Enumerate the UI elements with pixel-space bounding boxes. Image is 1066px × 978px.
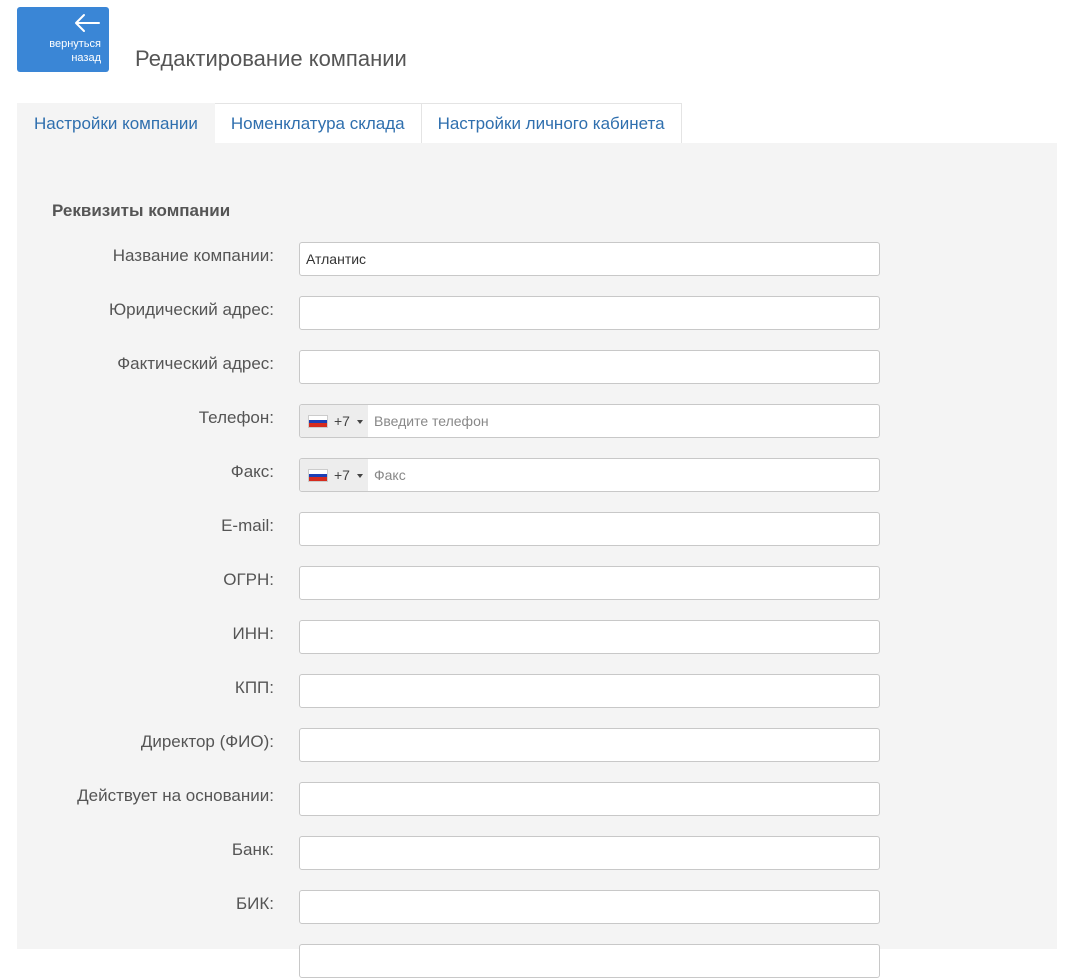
caret-down-icon: [357, 474, 363, 478]
phone-field: +7: [299, 404, 880, 438]
bank-label: Банк:: [231, 840, 274, 859]
email-input[interactable]: [299, 512, 880, 546]
fax-dial-code: +7: [334, 467, 350, 483]
tab-warehouse-nomenclature[interactable]: Номенклатура склада: [214, 103, 422, 143]
form-row-kpp: КПП:: [17, 674, 1057, 708]
inn-label: ИНН:: [232, 624, 275, 643]
bank-input[interactable]: [299, 836, 880, 870]
next-field-input[interactable]: [299, 944, 880, 978]
tab-cabinet-settings[interactable]: Настройки личного кабинета: [421, 103, 682, 143]
phone-input[interactable]: [368, 405, 878, 437]
legal-address-input[interactable]: [299, 296, 880, 330]
fax-field: +7: [299, 458, 880, 492]
form-row-director: Директор (ФИО):: [17, 728, 1057, 762]
legal-address-label: Юридический адрес:: [108, 300, 274, 319]
email-label: E-mail:: [221, 516, 274, 535]
form-row-fax: Факс: +7: [17, 458, 1057, 492]
basis-input[interactable]: [299, 782, 880, 816]
page-title: Редактирование компании: [135, 46, 407, 71]
company-name-label: Название компании:: [112, 246, 274, 265]
form-row-inn: ИНН:: [17, 620, 1057, 654]
form-row-company-name: Название компании:: [17, 242, 1057, 276]
director-input[interactable]: [299, 728, 880, 762]
director-label: Директор (ФИО):: [140, 732, 274, 751]
kpp-label: КПП:: [234, 678, 274, 697]
arrow-left-icon: [75, 14, 100, 32]
form-row-bank: Банк:: [17, 836, 1057, 870]
back-button[interactable]: вернуться назад: [17, 7, 109, 72]
caret-down-icon: [357, 420, 363, 424]
back-button-label: вернуться назад: [49, 38, 101, 64]
flag-ru-icon: [308, 469, 328, 482]
bik-label: БИК:: [235, 894, 274, 913]
ogrn-input[interactable]: [299, 566, 880, 600]
tab-bar: Настройки компании Номенклатура склада Н…: [17, 103, 682, 143]
form-row-bik: БИК:: [17, 890, 1057, 924]
form-row-basis: Действует на основании:: [17, 782, 1057, 816]
form-row-email: E-mail:: [17, 512, 1057, 546]
phone-label: Телефон:: [198, 408, 274, 427]
form-row-ogrn: ОГРН:: [17, 566, 1057, 600]
bik-input[interactable]: [299, 890, 880, 924]
section-title: Реквизиты компании: [52, 201, 231, 220]
form-row-phone: Телефон: +7: [17, 404, 1057, 438]
tab-panel: Реквизиты компании Название компании: Юр…: [17, 143, 1057, 978]
form-row-actual-address: Фактический адрес:: [17, 350, 1057, 384]
form-row-legal-address: Юридический адрес:: [17, 296, 1057, 330]
fax-label: Факс:: [230, 462, 274, 481]
form-row-next: [17, 944, 1057, 978]
actual-address-input[interactable]: [299, 350, 880, 384]
kpp-input[interactable]: [299, 674, 880, 708]
actual-address-label: Фактический адрес:: [117, 354, 274, 373]
inn-input[interactable]: [299, 620, 880, 654]
fax-country-selector[interactable]: +7: [300, 459, 368, 491]
fax-input[interactable]: [368, 459, 878, 491]
tab-company-settings[interactable]: Настройки компании: [17, 103, 215, 143]
company-name-input[interactable]: [299, 242, 880, 276]
phone-dial-code: +7: [334, 413, 350, 429]
ogrn-label: ОГРН:: [223, 570, 274, 589]
basis-label: Действует на основании:: [77, 786, 274, 805]
flag-ru-icon: [308, 415, 328, 428]
phone-country-selector[interactable]: +7: [300, 405, 368, 437]
